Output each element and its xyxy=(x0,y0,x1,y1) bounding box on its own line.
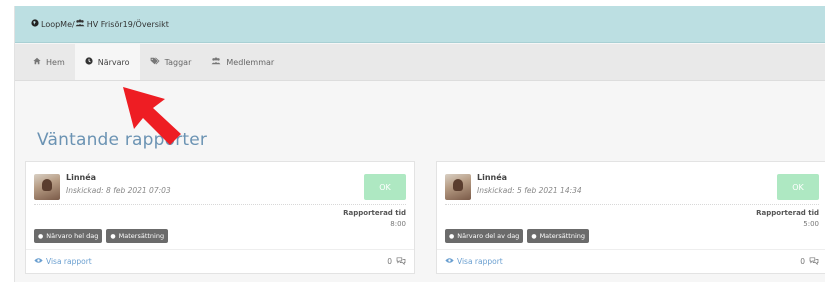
tag-dot-icon: ● xyxy=(38,232,44,240)
tag-label: Närvaro hel dag xyxy=(46,232,99,240)
tag-dot-icon: ● xyxy=(110,232,116,240)
view-report-label: Visa rapport xyxy=(457,257,503,266)
divider xyxy=(34,204,406,205)
tab-label: Medlemmar xyxy=(226,57,275,67)
comments-icon xyxy=(396,256,406,267)
app-frame: LoopMe / HV Frisör19 / Översikt Hem Närv… xyxy=(14,6,825,282)
tag-badge: ● Matersättning xyxy=(106,229,169,243)
member-name: Linnéa xyxy=(477,173,508,182)
tab-bar: Hem Närvaro Taggar Medlemmar xyxy=(15,44,825,81)
card-footer: Visa rapport 0 xyxy=(437,249,825,273)
tag-dot-icon: ● xyxy=(449,232,455,240)
avatar xyxy=(34,174,60,200)
report-card: Linnéa Inskickad: 8 feb 2021 07:03 OK Ra… xyxy=(25,161,415,274)
view-report-label: Visa rapport xyxy=(46,257,92,266)
breadcrumb-label: LoopMe xyxy=(41,19,73,29)
report-card: Linnéa Inskickad: 5 feb 2021 14:34 OK Ra… xyxy=(436,161,825,274)
tab-label: Taggar xyxy=(164,57,192,67)
reported-time-label: Rapporterad tid xyxy=(343,209,406,217)
tab-label: Närvaro xyxy=(97,57,130,67)
comments-icon xyxy=(809,256,819,267)
breadcrumb-label: Översikt xyxy=(135,19,169,29)
tag-badge: ● Närvaro hel dag xyxy=(34,229,103,243)
eye-icon xyxy=(445,257,454,266)
card-footer: Visa rapport 0 xyxy=(26,249,414,273)
annotation-arrow-icon xyxy=(123,87,181,145)
comment-count-value: 0 xyxy=(387,257,392,266)
tag-dot-icon: ● xyxy=(531,232,537,240)
comment-count[interactable]: 0 xyxy=(387,256,406,267)
breadcrumb-item-overview[interactable]: Översikt xyxy=(136,20,169,29)
comment-count-value: 0 xyxy=(800,257,805,266)
ok-button[interactable]: OK xyxy=(777,174,819,200)
group-icon xyxy=(75,19,85,29)
tab-attendance[interactable]: Närvaro xyxy=(74,44,140,80)
tab-members[interactable]: Medlemmar xyxy=(201,44,284,80)
reported-time-value: 8:00 xyxy=(390,220,406,228)
reported-time-label: Rapporterad tid xyxy=(756,209,819,217)
submitted-date: Inskickad: 8 feb 2021 07:03 xyxy=(66,186,171,195)
divider xyxy=(445,204,819,205)
breadcrumb-label: HV Frisör19 xyxy=(86,19,133,29)
eye-icon xyxy=(34,257,43,266)
tag-list: ● Närvaro del av dag ● Matersättning xyxy=(445,229,590,243)
breadcrumb-item-group[interactable]: HV Frisör19 xyxy=(75,19,133,29)
tag-label: Matersättning xyxy=(539,232,586,240)
view-report-link[interactable]: Visa rapport xyxy=(34,257,92,266)
breadcrumb-item-loopme[interactable]: LoopMe xyxy=(31,19,72,29)
submitted-date: Inskickad: 5 feb 2021 14:34 xyxy=(477,186,582,195)
avatar xyxy=(445,174,471,200)
view-report-link[interactable]: Visa rapport xyxy=(445,257,503,266)
globe-icon xyxy=(31,19,39,29)
tag-list: ● Närvaro hel dag ● Matersättning xyxy=(34,229,169,243)
tab-tags[interactable]: Taggar xyxy=(140,44,202,80)
tag-label: Närvaro del av dag xyxy=(457,232,520,240)
breadcrumb: LoopMe / HV Frisör19 / Översikt xyxy=(15,6,825,43)
home-icon xyxy=(33,57,41,67)
ok-button[interactable]: OK xyxy=(364,174,406,200)
comment-count[interactable]: 0 xyxy=(800,256,819,267)
tag-badge: ● Matersättning xyxy=(527,229,590,243)
tags-icon xyxy=(150,57,160,67)
tab-label: Hem xyxy=(46,57,65,67)
tag-badge: ● Närvaro del av dag xyxy=(445,229,524,243)
member-name: Linnéa xyxy=(66,173,97,182)
tab-home[interactable]: Hem xyxy=(23,44,75,80)
tag-label: Matersättning xyxy=(118,232,165,240)
group-icon xyxy=(211,57,221,67)
clock-icon xyxy=(85,57,93,67)
reported-time-value: 5:00 xyxy=(803,220,819,228)
